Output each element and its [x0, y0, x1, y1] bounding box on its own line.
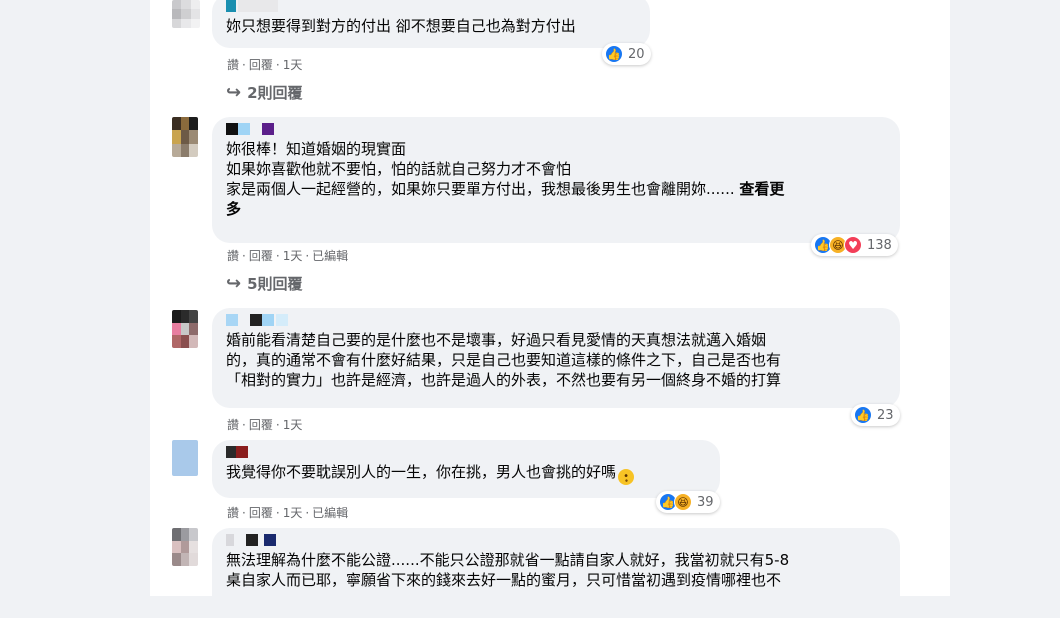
- edited-label: 已編輯: [312, 249, 349, 263]
- timestamp[interactable]: 1天: [283, 418, 303, 432]
- reaction-summary[interactable]: 👍 😆 39: [656, 491, 720, 513]
- replies-label: 2則回覆: [247, 84, 303, 102]
- see-more-link[interactable]: 查看更: [739, 180, 784, 198]
- comment-actions: 讚 · 回覆 · 1天 · 已編輯: [227, 249, 349, 263]
- comment-text: 妳很棒！知道婚姻的現實面 如果妳喜歡他就不要怕，怕的話就自己努力才不會怕 家是兩…: [226, 140, 785, 218]
- commenter-name[interactable]: [226, 123, 888, 137]
- reaction-count: 20: [628, 46, 645, 62]
- reply-arrow-icon: ↪: [226, 82, 242, 103]
- avatar[interactable]: [172, 440, 198, 476]
- comment-bubble: 我覺得你不要耽誤別人的一生，你在挑，男人也會挑的好嗎 •̥̥̥: [212, 440, 720, 498]
- reaction-summary[interactable]: 👍 😆 ♥ 138: [811, 234, 898, 256]
- replies-label: 5則回覆: [247, 275, 303, 293]
- comments-panel: 妳只想要得到對方的付出 卻不想要自己也為對方付出 👍 20 讚 · 回覆 · 1天 ↪ …: [150, 0, 950, 618]
- reaction-count: 138: [867, 237, 892, 253]
- commenter-name[interactable]: [226, 0, 638, 14]
- comment-text: 我覺得你不要耽誤別人的一生，你在挑，男人也會挑的好嗎 •̥̥̥: [226, 462, 708, 485]
- see-more-link-wrap[interactable]: 多: [226, 200, 241, 218]
- view-replies-button[interactable]: ↪ 2則回覆: [226, 82, 303, 103]
- reaction-summary[interactable]: 👍 23: [851, 404, 900, 426]
- comment-bubble: 妳很棒！知道婚姻的現實面 如果妳喜歡他就不要怕，怕的話就自己努力才不會怕 家是兩…: [212, 117, 900, 243]
- reaction-count: 23: [877, 407, 894, 423]
- commenter-name[interactable]: [226, 314, 888, 328]
- reply-button[interactable]: 回覆: [249, 249, 273, 263]
- avatar[interactable]: [172, 528, 198, 566]
- reply-arrow-icon: ↪: [226, 273, 242, 294]
- timestamp[interactable]: 1天: [283, 249, 303, 263]
- comment-actions: 讚 · 回覆 · 1天: [227, 58, 303, 72]
- comment-bubble: 婚前能看清楚自己要的是什麼也不是壞事，好過只看見愛情的天真想法就邁入婚姻 的，真…: [212, 308, 900, 408]
- edited-label: 已編輯: [312, 506, 349, 520]
- reply-button[interactable]: 回覆: [249, 506, 273, 520]
- like-button[interactable]: 讚: [227, 418, 239, 432]
- commenter-name[interactable]: [226, 534, 888, 548]
- reaction-count: 39: [697, 494, 714, 510]
- avatar[interactable]: [172, 0, 200, 28]
- reply-button[interactable]: 回覆: [249, 418, 273, 432]
- comment-bubble: 無法理解為什麼不能公證......不能只公證那就省一點請自家人就好，我當初就只有…: [212, 528, 900, 618]
- like-button[interactable]: 讚: [227, 58, 239, 72]
- comment-text: 婚前能看清楚自己要的是什麼也不是壞事，好過只看見愛情的天真想法就邁入婚姻 的，真…: [226, 331, 782, 389]
- commenter-name[interactable]: [226, 446, 708, 460]
- reply-button[interactable]: 回覆: [249, 58, 273, 72]
- comment-bubble: 妳只想要得到對方的付出 卻不想要自己也為對方付出: [212, 0, 650, 48]
- comment-text: 妳只想要得到對方的付出 卻不想要自己也為對方付出: [226, 17, 576, 35]
- view-replies-button[interactable]: ↪ 5則回覆: [226, 273, 303, 294]
- like-button[interactable]: 讚: [227, 249, 239, 263]
- reaction-summary[interactable]: 👍 20: [602, 43, 651, 65]
- avatar[interactable]: [172, 310, 198, 348]
- love-icon: ♥: [844, 236, 862, 254]
- timestamp[interactable]: 1天: [283, 506, 303, 520]
- timestamp[interactable]: 1天: [283, 58, 303, 72]
- like-button[interactable]: 讚: [227, 506, 239, 520]
- avatar[interactable]: [172, 117, 198, 157]
- comment-text: 無法理解為什麼不能公證......不能只公證那就省一點請自家人就好，我當初就只有…: [226, 551, 790, 589]
- like-icon: 👍: [605, 45, 623, 63]
- like-icon: 👍: [854, 406, 872, 424]
- comment-actions: 讚 · 回覆 · 1天 · 已編輯: [227, 506, 349, 520]
- pleading-face-emoji: •̥̥̥: [618, 469, 635, 485]
- haha-icon: 😆: [674, 493, 692, 511]
- comment-actions: 讚 · 回覆 · 1天: [227, 418, 303, 432]
